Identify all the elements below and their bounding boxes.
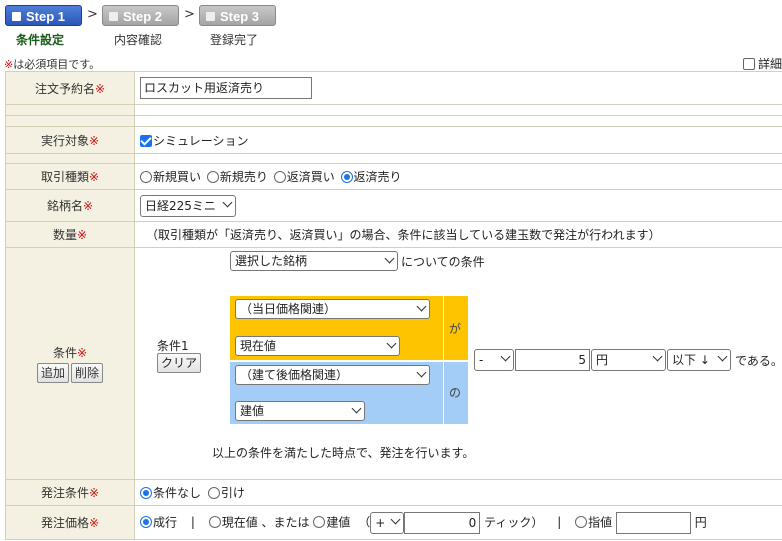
condition-editor: 条件1 クリア 選択した銘柄 についての条件 が （当日価格関連） 現在値 の …: [135, 249, 782, 479]
clear-button[interactable]: クリア: [157, 352, 202, 373]
quantity-note: （取引種類が「返済売り、返済買い」の場合、条件に該当している建玉数で発注が行われ…: [146, 228, 661, 242]
square-icon: [109, 12, 118, 21]
row-order-price: 発注価格※ 成行 | 現在値 、または 建値 （+0 ティック） | 指値 円: [5, 505, 782, 540]
sign-select[interactable]: -: [474, 348, 514, 371]
step-2-caption: 内容確認: [114, 33, 163, 47]
spacer-row: [5, 104, 782, 116]
chevron-down-icon: [416, 367, 427, 377]
spacer-row: [5, 153, 782, 164]
quantity-label: 数量※: [5, 221, 135, 248]
row-symbol: 銘柄名※ 日経225ミニ: [5, 189, 782, 222]
amount-input[interactable]: 5: [515, 348, 590, 371]
comparator-select[interactable]: 以下 ↓: [667, 348, 731, 371]
trade-type-radio-new-buy[interactable]: [140, 171, 152, 183]
row-order-name: 注文予約名※ ロスカット用返済売り: [5, 71, 782, 105]
square-icon: [206, 12, 215, 21]
chevron-down-icon: [384, 253, 395, 263]
step-2-badge: Step 2: [102, 5, 179, 26]
trade-type-radio-close-buy[interactable]: [273, 171, 286, 183]
unit-select[interactable]: 円: [591, 348, 666, 371]
limit-price-input[interactable]: [615, 511, 691, 534]
order-price-radio-current[interactable]: [208, 516, 221, 528]
order-price-radio-entry[interactable]: [313, 516, 326, 528]
condition-footer: 以上の条件を満たした時点で、発注を行います。: [212, 445, 475, 460]
step-1-caption: 条件設定: [16, 33, 65, 47]
left-group-select[interactable]: （当日価格関連）: [235, 298, 430, 319]
condition-label-cell: 条件※ 追加 削除: [5, 247, 135, 480]
required-note: ※は必須項目です。: [4, 58, 101, 71]
right-group-select[interactable]: （建て後価格関連）: [235, 364, 430, 385]
step-3-caption: 登録完了: [210, 33, 259, 47]
condition-number: 条件1: [157, 338, 189, 353]
spacer-row: [5, 115, 782, 127]
chevron-down-icon: [416, 301, 427, 311]
chevron-down-icon: [652, 351, 663, 361]
chevron-down-icon: [351, 403, 362, 413]
step-1-badge: Step 1: [5, 5, 82, 26]
row-condition: 条件※ 追加 削除 条件1 クリア 選択した銘柄 についての条件 が （当日価格関…: [5, 247, 782, 480]
order-price-label: 発注価格※: [5, 505, 135, 540]
condition-end-text: である。: [735, 353, 782, 368]
order-name-input[interactable]: ロスカット用返済売り: [140, 77, 312, 99]
subject-suffix: についての条件: [401, 254, 485, 269]
step-arrow: >: [184, 7, 195, 22]
square-icon: [12, 12, 21, 21]
chevron-down-icon: [386, 338, 397, 348]
chevron-down-icon: [717, 351, 728, 361]
simulation-label: シミュレーション: [153, 133, 249, 148]
order-condition-radio-none[interactable]: [140, 487, 152, 499]
subject-select[interactable]: 選択した銘柄: [230, 250, 398, 271]
row-order-condition: 発注条件※ 条件なし 引け: [5, 479, 782, 506]
right-item-select[interactable]: 建値: [235, 400, 365, 421]
delete-condition-button[interactable]: 削除: [71, 363, 104, 383]
order-price-radio-limit[interactable]: [575, 516, 588, 528]
trade-type-radio-new-sell[interactable]: [206, 171, 219, 183]
particle-ga-cell: が: [444, 295, 468, 360]
step-arrow: >: [87, 7, 98, 22]
particle-no-cell: の: [444, 361, 468, 424]
order-form: 注文予約名※ ロスカット用返済売り 実行対象※ シミュレーション 取引種類※ 新…: [5, 71, 782, 540]
symbol-label: 銘柄名※: [5, 189, 135, 222]
trade-type-radio-close-sell[interactable]: [340, 171, 353, 183]
left-item-select[interactable]: 現在値: [235, 335, 400, 356]
row-quantity: 数量※ （取引種類が「返済売り、返済買い」の場合、条件に該当している建玉数で発注…: [5, 221, 782, 248]
tick-sign-select[interactable]: +: [370, 511, 405, 534]
tick-input[interactable]: 0: [404, 511, 481, 534]
target-label: 実行対象※: [5, 126, 135, 154]
row-target: 実行対象※ シミュレーション: [5, 126, 782, 154]
order-condition-label: 発注条件※: [5, 479, 135, 506]
chevron-down-icon: [500, 351, 511, 361]
trade-type-label: 取引種類※: [5, 163, 135, 190]
symbol-select[interactable]: 日経225ミニ: [140, 194, 236, 217]
order-name-label: 注文予約名※: [5, 71, 135, 105]
chevron-down-icon: [222, 197, 233, 207]
condition-label: 条件※: [52, 346, 88, 360]
detail-checkbox[interactable]: [742, 58, 755, 70]
add-condition-button[interactable]: 追加: [36, 363, 69, 383]
order-condition-radio-close[interactable]: [207, 487, 220, 499]
order-price-radio-market[interactable]: [140, 516, 152, 528]
row-trade-type: 取引種類※ 新規買い 新規売り 返済買い 返済売り: [5, 163, 782, 190]
step-3-badge: Step 3: [199, 5, 276, 26]
chevron-down-icon: [390, 514, 401, 524]
detail-toggle[interactable]: 詳細: [742, 55, 782, 72]
simulation-checkbox[interactable]: [140, 134, 152, 147]
